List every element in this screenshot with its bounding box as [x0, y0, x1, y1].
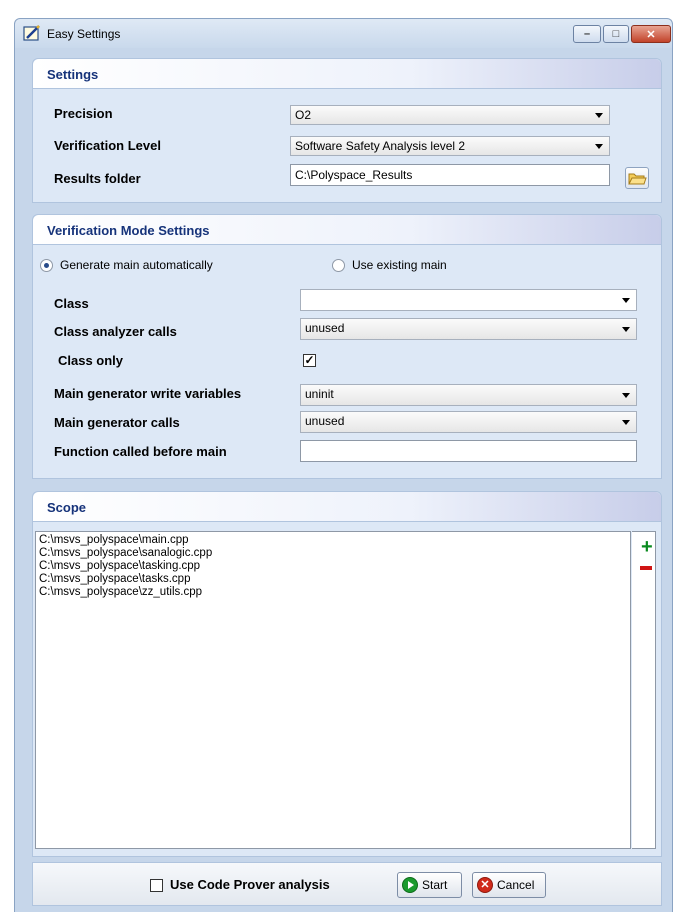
- chevron-down-icon: [622, 393, 630, 398]
- title-bar: Easy Settings – □ ✕: [14, 18, 673, 48]
- start-button[interactable]: Start: [397, 872, 462, 898]
- chevron-down-icon: [622, 420, 630, 425]
- add-file-icon[interactable]: +: [641, 537, 653, 557]
- cancel-button[interactable]: ✕ Cancel: [472, 872, 546, 898]
- function-called-before-main-label: Function called before main: [54, 444, 227, 459]
- window-title: Easy Settings: [47, 27, 121, 41]
- class-select[interactable]: [300, 289, 637, 311]
- scope-file-list[interactable]: C:\msvs_polyspace\main.cpp C:\msvs_polys…: [35, 531, 631, 849]
- precision-value: O2: [295, 108, 312, 122]
- results-folder-label: Results folder: [54, 171, 141, 186]
- function-called-before-main-input[interactable]: [300, 440, 637, 462]
- generate-main-radio[interactable]: Generate main automatically: [40, 258, 213, 272]
- precision-label: Precision: [54, 106, 113, 121]
- minimize-button[interactable]: –: [573, 25, 601, 43]
- radio-selected-icon: [40, 258, 53, 272]
- easy-settings-window: Easy Settings – □ ✕ Settings Precision O…: [0, 0, 677, 912]
- folder-icon: [628, 173, 647, 185]
- class-analyzer-calls-select[interactable]: unused: [300, 318, 637, 340]
- list-item[interactable]: C:\msvs_polyspace\zz_utils.cpp: [39, 586, 627, 599]
- cancel-label: Cancel: [497, 878, 535, 892]
- minimize-icon: –: [583, 28, 591, 40]
- main-generator-write-variables-value: uninit: [305, 387, 334, 401]
- maximize-button[interactable]: □: [603, 25, 629, 43]
- main-generator-write-variables-label: Main generator write variables: [54, 386, 242, 401]
- verification-level-select[interactable]: Software Safety Analysis level 2: [290, 136, 610, 156]
- precision-select[interactable]: O2: [290, 105, 610, 125]
- verification-mode-header: Verification Mode Settings: [33, 215, 661, 245]
- remove-file-icon[interactable]: [640, 566, 652, 570]
- class-analyzer-calls-value: unused: [305, 321, 345, 335]
- class-label: Class: [54, 296, 89, 311]
- close-button[interactable]: ✕: [631, 25, 671, 43]
- verification-level-value: Software Safety Analysis level 2: [295, 139, 466, 153]
- play-icon: [402, 877, 418, 893]
- use-code-prover-label: Use Code Prover analysis: [170, 877, 330, 892]
- verification-level-label: Verification Level: [54, 138, 161, 153]
- use-existing-main-radio[interactable]: Use existing main: [332, 258, 447, 272]
- list-item[interactable]: C:\msvs_polyspace\main.cpp: [39, 534, 627, 547]
- edit-icon: [23, 25, 40, 41]
- results-folder-input[interactable]: C:\Polyspace_Results: [290, 164, 610, 186]
- browse-folder-button[interactable]: [625, 167, 649, 189]
- scope-toolbar: [632, 531, 656, 849]
- use-existing-main-label: Use existing main: [352, 258, 447, 272]
- start-label: Start: [422, 878, 448, 892]
- cancel-icon: ✕: [477, 877, 493, 893]
- list-item[interactable]: C:\msvs_polyspace\tasks.cpp: [39, 573, 627, 586]
- chevron-down-icon: [595, 113, 603, 118]
- use-code-prover-checkbox[interactable]: [150, 879, 163, 892]
- radio-unselected-icon: [332, 258, 345, 272]
- chevron-down-icon: [622, 327, 630, 332]
- main-generator-calls-value: unused: [305, 414, 345, 428]
- footer-bar: [32, 862, 662, 906]
- settings-header: Settings: [33, 59, 661, 89]
- list-item[interactable]: C:\msvs_polyspace\tasking.cpp: [39, 560, 627, 573]
- main-generator-write-variables-select[interactable]: uninit: [300, 384, 637, 406]
- class-analyzer-calls-label: Class analyzer calls: [54, 324, 177, 339]
- main-generator-calls-select[interactable]: unused: [300, 411, 637, 433]
- maximize-icon: □: [612, 28, 620, 40]
- chevron-down-icon: [595, 144, 603, 149]
- class-only-checkbox[interactable]: ✓: [303, 354, 316, 367]
- class-only-label: Class only: [58, 353, 124, 368]
- list-item[interactable]: C:\msvs_polyspace\sanalogic.cpp: [39, 547, 627, 560]
- generate-main-label: Generate main automatically: [60, 258, 213, 272]
- chevron-down-icon: [622, 298, 630, 303]
- main-generator-calls-label: Main generator calls: [54, 415, 180, 430]
- scope-header: Scope: [33, 492, 661, 522]
- close-icon: ✕: [646, 28, 656, 41]
